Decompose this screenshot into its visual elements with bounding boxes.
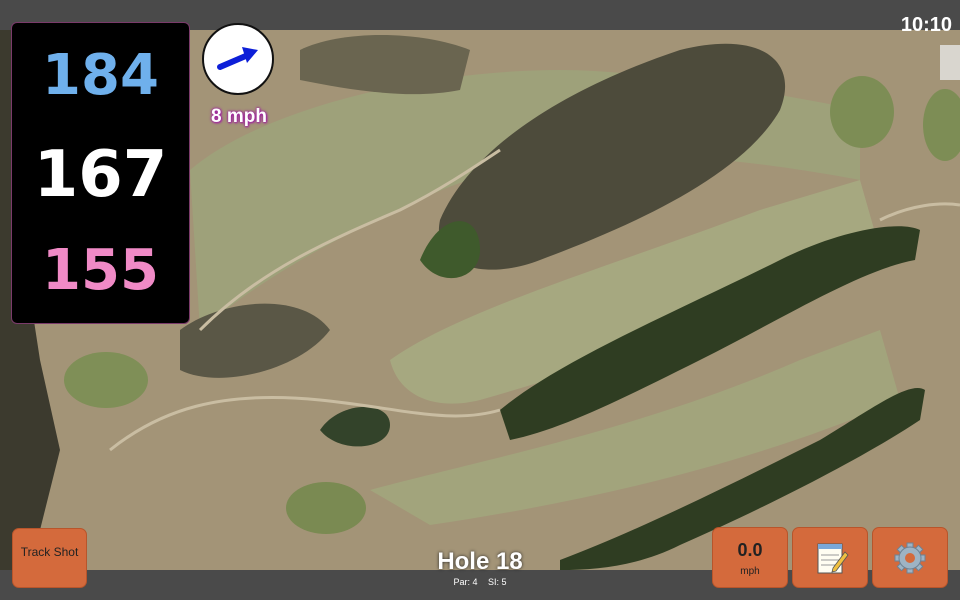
stroke-index-label: SI: 5 bbox=[488, 577, 507, 587]
yardage-panel: 184 167 155 bbox=[11, 22, 190, 324]
hole-info: Par: 4 SI: 5 bbox=[380, 577, 580, 587]
notepad-icon bbox=[817, 543, 849, 574]
gear-icon bbox=[894, 542, 926, 574]
track-shot-label: Track Shot bbox=[20, 545, 79, 559]
distance-front: 155 bbox=[42, 238, 159, 303]
hole-title: Hole 18 bbox=[437, 548, 523, 575]
speed-unit: mph bbox=[740, 566, 760, 577]
wind-speed-label: 8 mph bbox=[211, 106, 267, 127]
speed-button[interactable]: 0.0 mph bbox=[712, 527, 788, 588]
clock-time: 10:10 bbox=[900, 14, 952, 36]
track-shot-button[interactable]: Track Shot bbox=[12, 528, 87, 588]
distance-back: 184 bbox=[42, 43, 159, 108]
speed-value: 0.0 bbox=[737, 540, 763, 560]
par-label: Par: 4 bbox=[453, 577, 478, 587]
notes-button[interactable] bbox=[792, 527, 868, 588]
settings-button[interactable] bbox=[872, 527, 948, 588]
wind-arrow-icon bbox=[217, 47, 258, 70]
distance-middle: 167 bbox=[33, 138, 168, 212]
wind-indicator[interactable] bbox=[202, 23, 274, 95]
